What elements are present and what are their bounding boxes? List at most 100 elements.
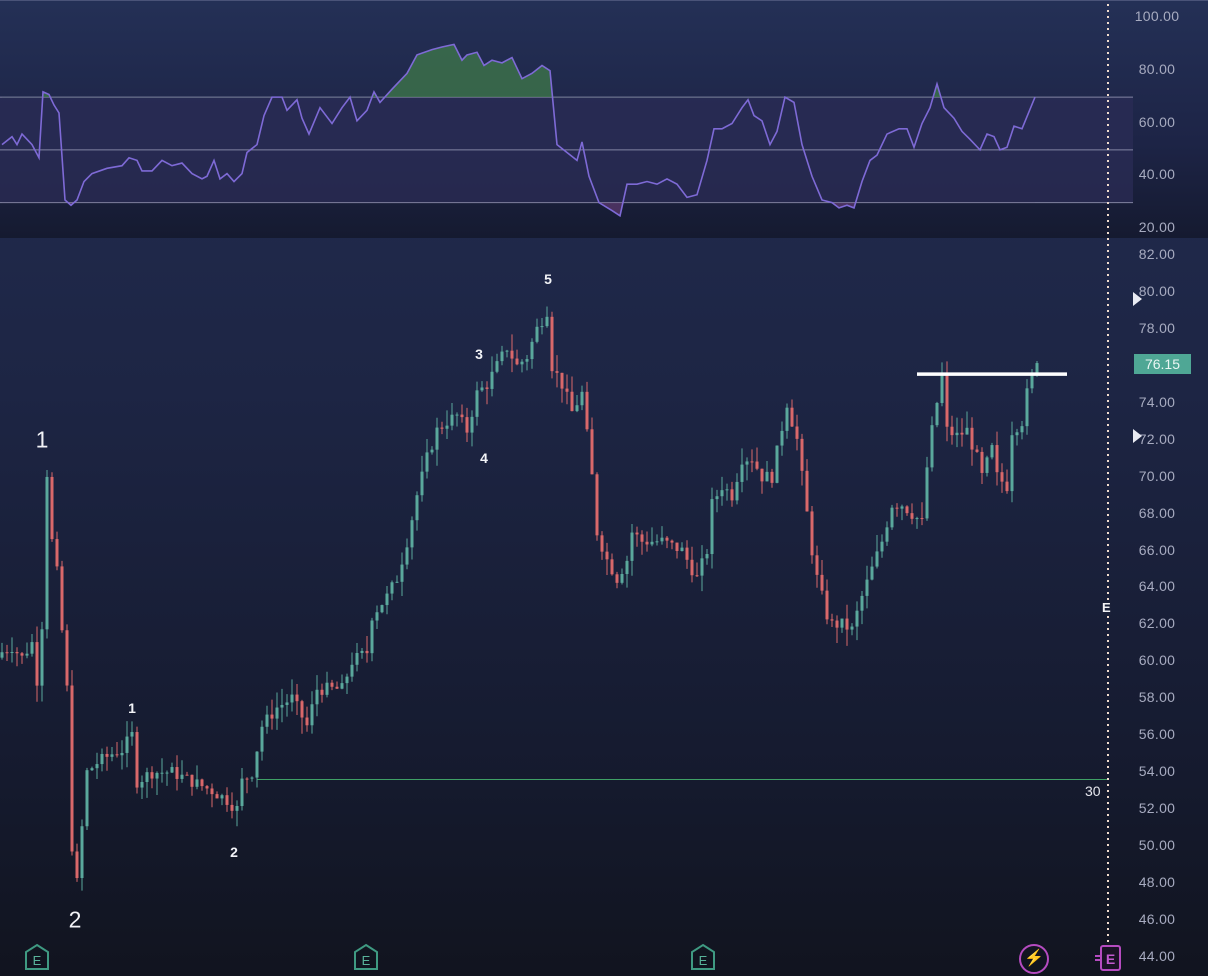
- candle: [420, 455, 424, 502]
- candle-body: [830, 619, 834, 621]
- candle: [200, 778, 204, 791]
- candle: [220, 793, 224, 806]
- bar-count-label: 30: [1085, 783, 1101, 799]
- wave-label-minor-3: 3: [475, 346, 483, 362]
- candle-body: [700, 558, 704, 576]
- candle-body: [195, 779, 199, 787]
- candle: [850, 623, 854, 636]
- candle-body: [245, 778, 249, 780]
- candle-body: [620, 573, 624, 583]
- price-axis-tick: 58.00: [1138, 689, 1176, 706]
- wave-label-minor-5: 5: [544, 271, 552, 287]
- candle-body: [1025, 388, 1029, 427]
- candle-body: [500, 351, 504, 362]
- candle: [390, 580, 394, 601]
- candle: [705, 549, 709, 565]
- candlestick-chart[interactable]: [0, 238, 1208, 976]
- price-axis-tick: 62.00: [1138, 615, 1176, 632]
- candle-body: [825, 590, 829, 620]
- candle-body: [45, 476, 49, 630]
- candle: [335, 681, 339, 690]
- candle-body: [385, 593, 389, 606]
- candle: [165, 770, 169, 786]
- candle-body: [785, 407, 789, 431]
- candle: [960, 418, 964, 447]
- candle-body: [20, 653, 24, 656]
- candle-body: [1005, 481, 1009, 492]
- candle-body: [240, 778, 244, 807]
- earnings-icon[interactable]: E: [690, 943, 716, 971]
- candle: [245, 777, 249, 794]
- candle: [35, 626, 39, 702]
- candle: [260, 720, 264, 761]
- candle-body: [925, 467, 929, 519]
- candle-body: [355, 652, 359, 665]
- candle: [545, 306, 549, 328]
- candle: [480, 381, 484, 392]
- candle-body: [405, 547, 409, 565]
- lightning-event-icon[interactable]: ⚡: [1019, 944, 1049, 974]
- upcoming-earnings-label: E: [1106, 951, 1115, 967]
- candle-body: [165, 772, 169, 774]
- price-axis-tick: 44.00: [1138, 947, 1176, 964]
- candle-body: [735, 481, 739, 501]
- candle-body: [945, 373, 949, 427]
- alert-arrow-icon[interactable]: [1133, 292, 1142, 306]
- candle-body: [445, 425, 449, 429]
- candle: [95, 752, 99, 779]
- candle: [415, 491, 419, 531]
- price-axis-tick: 64.00: [1138, 578, 1176, 595]
- candle: [1025, 379, 1029, 435]
- candle: [450, 402, 454, 431]
- candle: [555, 355, 559, 388]
- candle: [720, 476, 724, 506]
- candle: [460, 404, 464, 423]
- candle-body: [845, 618, 849, 630]
- rsi-axis-tick: 60.00: [1138, 113, 1176, 130]
- candle-body: [55, 539, 59, 567]
- candle-body: [690, 559, 694, 576]
- candle-body: [855, 610, 859, 627]
- candle-body: [610, 559, 614, 575]
- candle-body: [450, 414, 454, 426]
- candle: [405, 538, 409, 570]
- candle-body: [40, 629, 44, 686]
- candle: [755, 447, 759, 471]
- candle: [940, 362, 944, 407]
- candle-body: [345, 676, 349, 684]
- candle-body: [560, 372, 564, 389]
- candle-body: [545, 316, 549, 327]
- candle: [645, 531, 649, 552]
- future-earnings-marker[interactable]: E: [1102, 600, 1111, 615]
- candle-body: [905, 506, 909, 514]
- candle-body: [140, 781, 144, 788]
- candle-body: [715, 496, 719, 500]
- candle: [920, 502, 924, 526]
- candle: [305, 706, 309, 732]
- candle-body: [650, 541, 654, 545]
- upcoming-earnings-icon[interactable]: E: [1094, 944, 1122, 972]
- candle: [580, 385, 584, 411]
- candle-body: [580, 391, 584, 406]
- earnings-icon[interactable]: E: [353, 943, 379, 971]
- price-pane[interactable]: [0, 238, 1208, 976]
- candle: [560, 372, 564, 403]
- candle: [50, 472, 54, 542]
- alert-arrow-icon[interactable]: [1133, 429, 1142, 443]
- price-axis-tick: 70.00: [1138, 467, 1176, 484]
- candle-body: [300, 701, 304, 718]
- candle-body: [130, 732, 134, 737]
- candle-body: [30, 642, 34, 654]
- candle: [620, 568, 624, 585]
- candle-body: [605, 551, 609, 560]
- candle-body: [280, 704, 284, 708]
- price-axis-tick: 54.00: [1138, 763, 1176, 780]
- candle-body: [835, 620, 839, 628]
- candle-body: [270, 714, 274, 719]
- candle-body: [80, 826, 84, 879]
- candle: [890, 504, 894, 530]
- candle: [510, 334, 514, 373]
- candle: [835, 615, 839, 643]
- candle: [520, 359, 524, 373]
- earnings-icon[interactable]: E: [24, 943, 50, 971]
